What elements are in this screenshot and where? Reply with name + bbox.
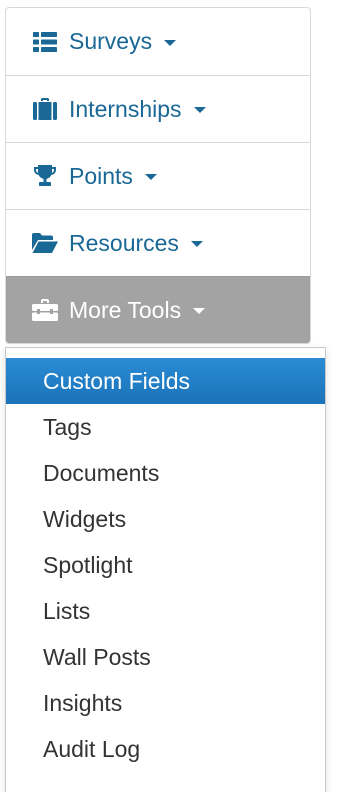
nav-item-resources[interactable]: Resources [6, 209, 310, 276]
menu-item-spotlight[interactable]: Spotlight [6, 542, 325, 588]
nav-item-label: Surveys [69, 28, 153, 54]
trophy-icon [32, 163, 58, 189]
toolbox-icon [32, 297, 58, 323]
menu-item-custom-fields[interactable]: Custom Fields [6, 358, 325, 404]
menu-item-insights[interactable]: Insights [6, 680, 325, 726]
nav-item-label: More Tools [69, 296, 182, 323]
side-nav: Surveys Internships Points Resources Mor… [5, 7, 311, 344]
nav-item-points[interactable]: Points [6, 142, 310, 209]
nav-item-label: Internships [69, 95, 182, 122]
menu-item-lists[interactable]: Lists [6, 588, 325, 634]
briefcase-icon [32, 96, 58, 122]
nav-item-more-tools[interactable]: More Tools [6, 276, 310, 343]
nav-item-label: Points [69, 162, 133, 189]
folder-open-icon [32, 230, 58, 256]
caret-down-icon [164, 39, 177, 46]
caret-down-icon [193, 107, 206, 113]
caret-down-icon [144, 174, 157, 180]
menu-item-wall-posts[interactable]: Wall Posts [6, 634, 325, 680]
list-icon [32, 29, 58, 55]
menu-item-audit-log[interactable]: Audit Log [6, 726, 325, 772]
menu-item-documents[interactable]: Documents [6, 450, 325, 496]
more-tools-dropdown-menu: Custom Fields Tags Documents Widgets Spo… [5, 347, 326, 792]
page: Surveys Internships Points Resources Mor… [0, 0, 340, 792]
nav-item-label: Resources [69, 229, 179, 256]
menu-item-widgets[interactable]: Widgets [6, 496, 325, 542]
nav-item-surveys[interactable]: Surveys [6, 8, 310, 75]
caret-down-icon [193, 308, 206, 314]
nav-item-internships[interactable]: Internships [6, 75, 310, 142]
menu-item-tags[interactable]: Tags [6, 404, 325, 450]
caret-down-icon [190, 241, 203, 247]
